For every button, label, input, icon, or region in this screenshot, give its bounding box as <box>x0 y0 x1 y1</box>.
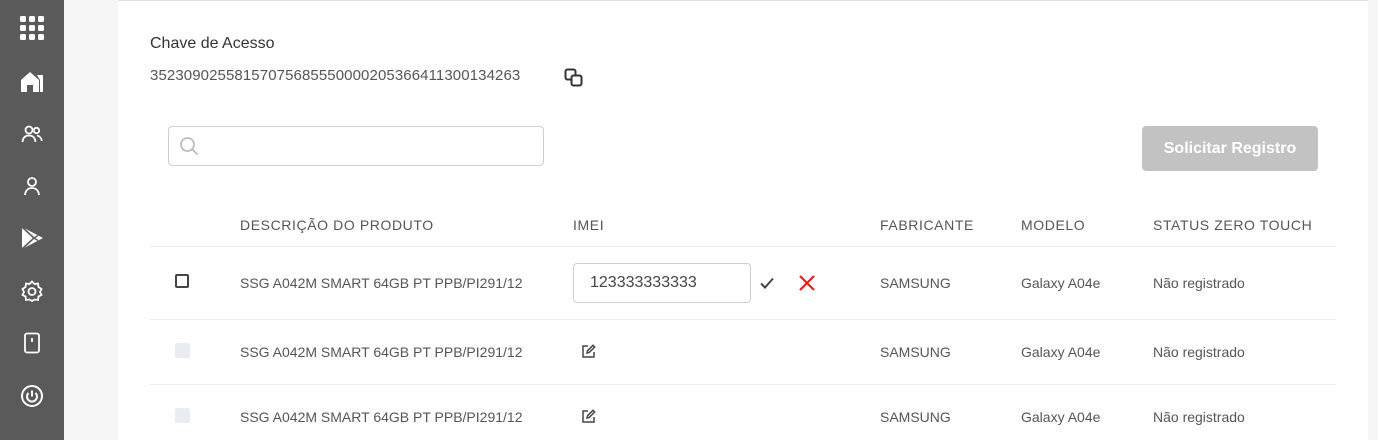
row-checkbox[interactable] <box>175 274 189 288</box>
main-panel: Chave de Acesso 352309025581570756855500… <box>118 0 1368 440</box>
model: Galaxy A04e <box>1021 275 1101 291</box>
column-header-description: DESCRIÇÃO DO PRODUTO <box>240 217 434 233</box>
user-icon[interactable] <box>0 166 64 206</box>
manufacturer: SAMSUNG <box>880 344 951 360</box>
column-header-manufacturer: FABRICANTE <box>880 217 974 233</box>
cancel-close-icon[interactable] <box>797 273 817 293</box>
model: Galaxy A04e <box>1021 344 1101 360</box>
model: Galaxy A04e <box>1021 409 1101 425</box>
product-description: SSG A042M SMART 64GB PT PPB/PI291/12 <box>240 275 523 291</box>
column-header-status: STATUS ZERO TOUCH <box>1153 217 1313 233</box>
product-description: SSG A042M SMART 64GB PT PPB/PI291/12 <box>240 409 523 425</box>
access-key-value: 3523090255815707568555000020536641130013… <box>150 67 521 84</box>
column-header-model: MODELO <box>1021 217 1086 233</box>
manufacturer: SAMSUNG <box>880 275 951 291</box>
play-store-icon[interactable] <box>0 218 64 258</box>
divider <box>150 319 1336 320</box>
divider <box>150 246 1336 247</box>
edit-icon[interactable] <box>580 408 596 424</box>
row-checkbox[interactable] <box>175 408 190 423</box>
grid-icon[interactable] <box>0 8 64 48</box>
settings-icon[interactable] <box>0 271 64 311</box>
search-box <box>168 126 544 166</box>
search-icon <box>179 136 199 161</box>
column-header-imei: IMEI <box>573 217 605 233</box>
search-input[interactable] <box>205 133 529 159</box>
home-icon[interactable] <box>0 61 64 101</box>
status: Não registrado <box>1153 409 1245 425</box>
access-key-label: Chave de Acesso <box>150 35 275 52</box>
status: Não registrado <box>1153 344 1245 360</box>
power-icon[interactable] <box>0 376 64 416</box>
device-icon[interactable] <box>0 323 64 363</box>
status: Não registrado <box>1153 275 1245 291</box>
users-icon[interactable] <box>0 114 64 154</box>
row-checkbox[interactable] <box>175 343 190 358</box>
divider <box>150 384 1336 385</box>
solicitar-registro-button[interactable]: Solicitar Registro <box>1142 126 1318 171</box>
sidebar <box>0 0 64 440</box>
manufacturer: SAMSUNG <box>880 409 951 425</box>
copy-icon[interactable] <box>564 68 584 88</box>
product-description: SSG A042M SMART 64GB PT PPB/PI291/12 <box>240 344 523 360</box>
edit-icon[interactable] <box>580 343 596 359</box>
imei-input[interactable]: 123333333333 <box>573 263 751 303</box>
confirm-check-icon[interactable] <box>758 273 776 293</box>
